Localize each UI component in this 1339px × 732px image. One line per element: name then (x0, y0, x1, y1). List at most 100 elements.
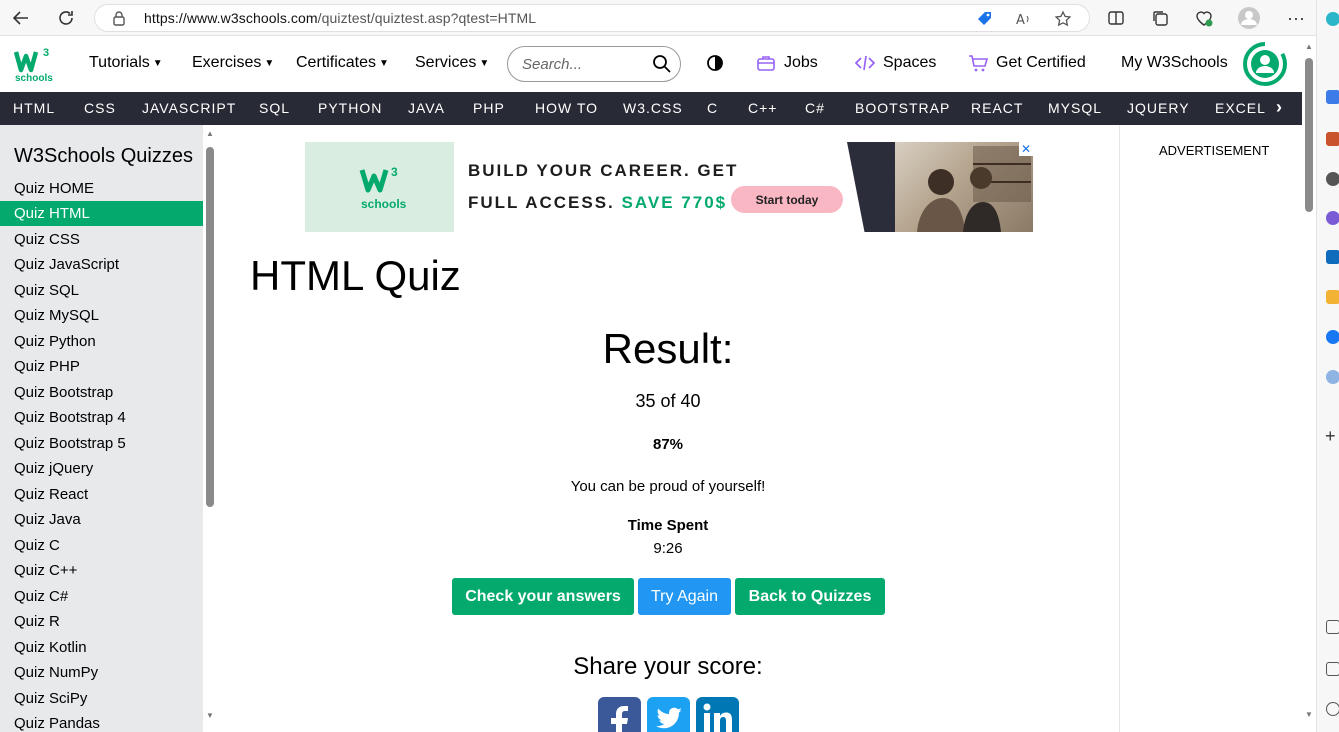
split-screen-icon[interactable] (1104, 6, 1128, 30)
back-arrow-icon[interactable] (8, 6, 34, 30)
topic-java[interactable]: JAVA (408, 100, 445, 116)
topic-excel[interactable]: EXCEL (1215, 100, 1266, 116)
check-answers-button[interactable]: Check your answers (452, 578, 634, 615)
shopping-tag-icon[interactable] (975, 9, 995, 29)
page-scroll-down-icon[interactable]: ▼ (1305, 710, 1313, 719)
services-menu[interactable]: Services ▼ (415, 54, 489, 72)
topic-csharp[interactable]: C# (805, 100, 825, 116)
search-icon[interactable] (652, 54, 672, 74)
back-to-quizzes-button[interactable]: Back to Quizzes (735, 578, 885, 615)
chevron-right-icon[interactable]: › (1276, 97, 1282, 118)
topic-c[interactable]: C (707, 100, 718, 116)
dark-mode-toggle-icon[interactable] (706, 54, 724, 72)
sidebar-item-quiz-sql[interactable]: Quiz SQL (0, 278, 203, 303)
sidebar-item-quiz-scipy[interactable]: Quiz SciPy (0, 686, 203, 711)
try-again-button[interactable]: Try Again (638, 578, 731, 615)
topic-mysql[interactable]: MYSQL (1048, 100, 1102, 116)
sidebar-item-quiz-php[interactable]: Quiz PHP (0, 354, 203, 379)
topic-sql[interactable]: SQL (259, 100, 290, 116)
topic-python[interactable]: PYTHON (318, 100, 382, 116)
sidebar-item-quiz-bootstrap[interactable]: Quiz Bootstrap (0, 380, 203, 405)
topic-how-to[interactable]: HOW TO (535, 100, 598, 116)
jobs-link[interactable]: Jobs (756, 54, 818, 72)
twitter-icon[interactable] (647, 697, 690, 732)
share-heading: Share your score: (573, 653, 763, 680)
topic-cpp[interactable]: C++ (748, 100, 777, 116)
profile-icon[interactable] (1237, 6, 1261, 30)
topic-html[interactable]: HTML (13, 100, 55, 116)
page-scrollbar[interactable]: ▲ ▼ (1302, 36, 1316, 732)
search-input[interactable] (522, 54, 640, 74)
outlook-icon[interactable] (1326, 250, 1339, 264)
sidebar-item-quiz-javascript[interactable]: Quiz JavaScript (0, 252, 203, 277)
drop-icon[interactable] (1326, 290, 1339, 304)
collections-icon[interactable] (1148, 6, 1172, 30)
topic-javascript[interactable]: JAVASCRIPT (142, 100, 236, 116)
page-scroll-up-icon[interactable]: ▲ (1305, 42, 1313, 51)
sidebar-item-quiz-java[interactable]: Quiz Java (0, 507, 203, 532)
sidebar-settings-icon[interactable] (1326, 702, 1339, 716)
topic-css[interactable]: CSS (84, 100, 116, 116)
sidebar-item-quiz-csharp[interactable]: Quiz C# (0, 584, 203, 609)
certificates-menu[interactable]: Certificates ▼ (296, 54, 389, 72)
sidebar-item-quiz-numpy[interactable]: Quiz NumPy (0, 660, 203, 685)
sidebar-item-quiz-css[interactable]: Quiz CSS (0, 227, 203, 252)
people-icon[interactable] (1326, 172, 1339, 186)
messenger-icon[interactable] (1326, 330, 1339, 344)
user-avatar-icon[interactable] (1242, 41, 1288, 87)
ad-close-icon[interactable]: ✕ (1019, 142, 1033, 156)
topic-w3css[interactable]: W3.CSS (623, 100, 683, 116)
sidebar-item-quiz-mysql[interactable]: Quiz MySQL (0, 303, 203, 328)
address-bar[interactable]: https://www.w3schools.com/quiztest/quizt… (94, 4, 1090, 32)
favorite-star-icon[interactable] (1053, 9, 1073, 29)
sidebar-item-quiz-bootstrap-4[interactable]: Quiz Bootstrap 4 (0, 405, 203, 430)
sidebar-scroll-thumb[interactable] (206, 147, 214, 507)
ad-logo-panel: 3 schools (305, 142, 454, 232)
sidebar-item-quiz-react[interactable]: Quiz React (0, 482, 203, 507)
scroll-up-icon[interactable]: ▲ (206, 129, 214, 138)
topic-php[interactable]: PHP (473, 100, 505, 116)
screenshot-icon[interactable] (1326, 620, 1339, 634)
refresh-icon[interactable] (53, 6, 79, 30)
ad-start-today-button[interactable]: Start today (731, 186, 843, 213)
games-icon[interactable] (1326, 211, 1339, 225)
copilot-icon[interactable] (1326, 12, 1339, 26)
sidebar-item-quiz-jquery[interactable]: Quiz jQuery (0, 456, 203, 481)
read-aloud-icon[interactable]: A (1013, 9, 1033, 29)
sidebar-item-quiz-html[interactable]: Quiz HTML (0, 201, 203, 226)
topic-react[interactable]: REACT (971, 100, 1023, 116)
result-message: You can be proud of yourself! (570, 478, 766, 495)
exercises-menu[interactable]: Exercises ▼ (192, 54, 274, 72)
tutorials-menu[interactable]: Tutorials ▼ (89, 54, 163, 72)
get-certified-link[interactable]: Get Certified (968, 54, 1086, 72)
w3schools-logo[interactable]: 3 schools (14, 44, 58, 84)
browser-essentials-icon[interactable] (1192, 6, 1216, 30)
cart-icon (969, 55, 988, 72)
my-w3schools-link[interactable]: My W3Schools (1121, 54, 1228, 72)
tools-icon[interactable] (1326, 132, 1339, 146)
sidebar-item-quiz-bootstrap-5[interactable]: Quiz Bootstrap 5 (0, 431, 203, 456)
sidebar-item-quiz-r[interactable]: Quiz R (0, 609, 203, 634)
ad-photo (895, 142, 1033, 232)
spaces-link[interactable]: Spaces (855, 54, 936, 72)
ad-banner[interactable]: 3 schools BUILD YOUR CAREER. GET FULL AC… (305, 142, 1033, 232)
sidebar-item-quiz-kotlin[interactable]: Quiz Kotlin (0, 635, 203, 660)
sidebar-item-quiz-home[interactable]: Quiz HOME (0, 176, 203, 201)
sidebar-item-quiz-c[interactable]: Quiz C (0, 533, 203, 558)
facebook-icon[interactable] (598, 697, 641, 732)
topic-bootstrap[interactable]: BOOTSTRAP (855, 100, 950, 116)
more-menu-icon[interactable]: ··· (1284, 6, 1308, 30)
linkedin-icon[interactable] (696, 697, 739, 732)
ad-dark-stripe (847, 142, 897, 232)
topic-jquery[interactable]: JQUERY (1127, 100, 1190, 116)
sidebar-item-quiz-pandas[interactable]: Quiz Pandas (0, 711, 203, 732)
sidebar-item-quiz-cpp[interactable]: Quiz C++ (0, 558, 203, 583)
page-scroll-thumb[interactable] (1305, 58, 1313, 212)
add-sidebar-icon[interactable]: + (1325, 426, 1336, 447)
sidebar-item-quiz-python[interactable]: Quiz Python (0, 329, 203, 354)
web-capture-icon[interactable] (1326, 370, 1339, 384)
sidebar-scrollbar[interactable]: ▲ ▼ (203, 125, 217, 732)
search-sidebar-icon[interactable] (1326, 90, 1339, 104)
scroll-down-icon[interactable]: ▼ (206, 711, 214, 720)
hide-sidebar-icon[interactable] (1326, 662, 1339, 676)
